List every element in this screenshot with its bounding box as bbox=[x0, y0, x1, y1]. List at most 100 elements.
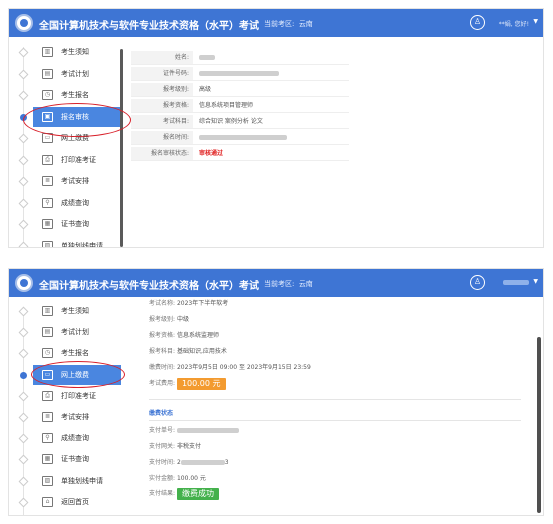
review-row: 证件号码: bbox=[131, 67, 349, 81]
review-row-label: 报考资格: bbox=[131, 99, 193, 112]
review-row-value: 高级 bbox=[199, 86, 212, 93]
search-icon: ⚲ bbox=[42, 197, 53, 208]
sidebar-item[interactable]: ◷ 考生报名 bbox=[33, 85, 121, 105]
review-row-value: 信息系统项目管理师 bbox=[199, 102, 254, 109]
level-row: 报考级别: 中级 bbox=[149, 315, 189, 325]
timeline-dot bbox=[18, 391, 29, 402]
timeline-dot bbox=[18, 155, 29, 165]
review-row: 姓名: bbox=[131, 51, 349, 65]
user-name[interactable]: **娟, 您好! bbox=[499, 19, 529, 28]
content-scrollbar[interactable] bbox=[537, 337, 541, 513]
sidebar-item[interactable]: ▤ 考试计划 bbox=[33, 64, 121, 84]
timeline-dot bbox=[18, 241, 29, 247]
top-header: 全国计算机技术与软件专业技术资格（水平）考试 当前考区: 云南 ♙ **娟, 您… bbox=[9, 9, 543, 37]
printer-icon: ⎙ bbox=[42, 154, 53, 165]
exam-name-label: 考试名称: bbox=[149, 300, 176, 307]
sidebar-item-label: 考试安排 bbox=[61, 177, 89, 185]
result-badge: 缴费成功 bbox=[176, 487, 219, 500]
sidebar-item-label: 考试安排 bbox=[61, 413, 89, 421]
current-area: 当前考区: 云南 bbox=[264, 279, 313, 289]
blurred-user-name bbox=[503, 280, 529, 285]
notes-icon: ≣ bbox=[42, 176, 53, 186]
sidebar-item[interactable]: ⌂ 返回首页 bbox=[33, 492, 121, 512]
review-row: 考试科目: 综合知识 案例分析 论文 bbox=[131, 115, 349, 129]
subject-value: 基础知识,应用技术 bbox=[176, 348, 227, 355]
sidebar-item-label: 考试计划 bbox=[61, 328, 89, 337]
sidebar-item[interactable]: ▨ 单独划线申请 bbox=[33, 471, 121, 491]
period-row: 缴费时间: 2023年9月5日 09:00 至 2023年9月15日 23:59 bbox=[149, 363, 311, 373]
sidebar-item[interactable]: ▤ 考试计划 bbox=[33, 322, 121, 342]
clock-icon: ◷ bbox=[42, 90, 53, 100]
sidebar: ▥ 考生须知 ▤ 考试计划 ◷ 考生报名 ▣ 报名审核 ▭ 网上缴费 ⎙ 打印准考证 ≣ 考试安排 ⚲ 成绩查… bbox=[9, 37, 127, 247]
timeline-dot bbox=[18, 433, 29, 444]
result-row: 支付结果: 缴费成功 bbox=[149, 487, 219, 501]
sidebar-item[interactable]: ≣ 考试安排 bbox=[33, 407, 121, 427]
amount-value: 100.00 元 bbox=[176, 475, 206, 482]
blurred-value bbox=[199, 67, 279, 81]
blurred-value bbox=[199, 51, 215, 65]
review-row-label: 报考级别: bbox=[131, 83, 193, 96]
subject-label: 报考科目: bbox=[149, 348, 176, 355]
timeline-dot bbox=[18, 412, 29, 423]
sidebar: ▥ 考生须知 ▤ 考试计划 ◷ 考生报名 ▭ 网上缴费 ⎙ 打印准考证 ≣ 考试安排 ⚲ 成绩查询 ▦ 证书查… bbox=[9, 297, 127, 515]
sidebar-item-label: 考生须知 bbox=[61, 48, 89, 56]
divider bbox=[149, 399, 521, 400]
exam-logo-icon bbox=[15, 14, 33, 32]
period-label: 缴费时间: bbox=[149, 364, 176, 371]
blurred-pay-time bbox=[180, 460, 225, 465]
sidebar-item[interactable]: ▦ 证书查询 bbox=[33, 449, 121, 469]
qualification-value: 信息系统监理师 bbox=[176, 332, 219, 339]
gateway-label: 支付网关: bbox=[149, 443, 176, 450]
level-label: 报考级别: bbox=[149, 316, 176, 323]
blurred-value bbox=[199, 131, 287, 145]
chevron-down-icon[interactable]: ▼ bbox=[533, 18, 538, 25]
sidebar-item[interactable]: ▨ 单独划线申请 bbox=[33, 236, 121, 247]
blurred-text bbox=[199, 135, 287, 140]
blurred-text bbox=[199, 55, 215, 60]
home-icon: ⌂ bbox=[42, 496, 53, 507]
current-area: 当前考区: 云南 bbox=[264, 19, 313, 29]
user-icon[interactable]: ♙ bbox=[470, 15, 485, 30]
timeline-dot bbox=[18, 133, 29, 144]
sidebar-item-label: 考生报名 bbox=[61, 91, 89, 99]
timeline-dot bbox=[18, 327, 29, 338]
chevron-down-icon[interactable]: ▼ bbox=[533, 278, 538, 285]
sidebar-item[interactable]: ⚲ 成绩查询 bbox=[33, 428, 121, 448]
order-row: 支付单号: bbox=[149, 426, 239, 436]
building-icon: ▥ bbox=[42, 306, 53, 316]
review-row: 报名时间: bbox=[131, 131, 349, 145]
user-icon[interactable]: ♙ bbox=[470, 275, 485, 290]
period-value: 2023年9月5日 09:00 至 2023年9月15日 23:59 bbox=[176, 364, 311, 371]
timeline-dot bbox=[18, 47, 29, 58]
sidebar-item[interactable]: ⚲ 成绩查询 bbox=[33, 193, 121, 213]
review-row-label: 报名时间: bbox=[131, 131, 193, 144]
certificate-icon: ▦ bbox=[42, 454, 53, 465]
sidebar-item[interactable]: ≣ 考试安排 bbox=[33, 171, 121, 191]
gateway-row: 支付网关: 非税支付 bbox=[149, 442, 201, 452]
pay-time-tail: 3 bbox=[224, 459, 229, 466]
review-row: 报考级别: 高级 bbox=[131, 83, 349, 97]
sidebar-item[interactable]: ⎙ 打印准考证 bbox=[33, 386, 121, 406]
user-name[interactable] bbox=[503, 279, 529, 286]
sidebar-item-label: 成绩查询 bbox=[61, 198, 89, 207]
sidebar-item-label: 考生须知 bbox=[61, 307, 89, 315]
page-title: 全国计算机技术与软件专业技术资格（水平）考试 bbox=[39, 281, 259, 292]
sidebar-item[interactable]: ⎙ 打印准考证 bbox=[33, 150, 121, 170]
review-row-label: 姓名: bbox=[131, 51, 193, 64]
fee-row: 考试费用: 100.00 元 bbox=[149, 377, 226, 391]
sidebar-item[interactable]: ▥ 考生须知 bbox=[33, 42, 121, 62]
image-icon: ▨ bbox=[42, 475, 53, 486]
payment-status-title: 缴费状态 bbox=[149, 410, 174, 417]
certificate-icon: ▦ bbox=[42, 219, 53, 229]
sidebar-scrollbar[interactable] bbox=[120, 49, 123, 247]
sidebar-item[interactable]: ▥ 考生须知 bbox=[33, 301, 121, 321]
building-icon: ▥ bbox=[42, 47, 53, 57]
timeline-dot bbox=[18, 198, 29, 208]
sidebar-item-label: 证书查询 bbox=[61, 455, 89, 464]
exam-name-value: 2023年下半年软考 bbox=[176, 300, 229, 307]
sidebar-item[interactable]: ▦ 证书查询 bbox=[33, 214, 121, 234]
top-header: 全国计算机技术与软件专业技术资格（水平）考试 当前考区: 云南 ♙ ▼ bbox=[9, 269, 543, 297]
review-row: 报名审核状态: 审核通过 bbox=[131, 147, 349, 161]
sidebar-item-label: 打印准考证 bbox=[61, 155, 96, 164]
area-label: 当前考区: bbox=[264, 20, 295, 28]
